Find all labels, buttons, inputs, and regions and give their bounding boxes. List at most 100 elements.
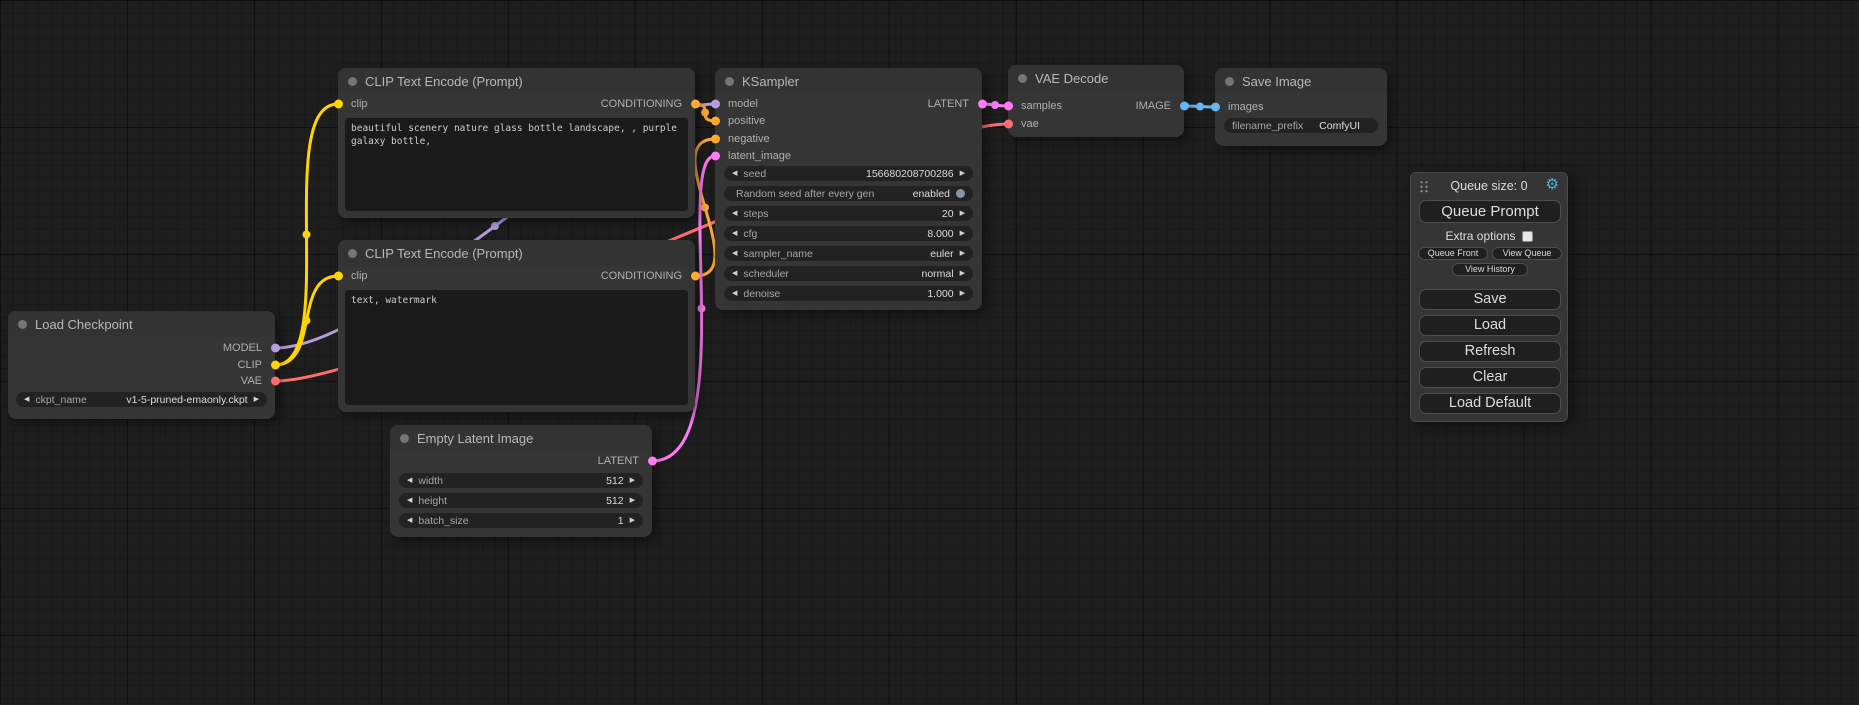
node-collapse-dot[interactable] <box>1225 77 1234 86</box>
link-midpoint-dot[interactable] <box>701 109 709 117</box>
input-port-latent-image[interactable]: latent_image <box>715 149 791 163</box>
output-port-latent[interactable]: LATENT <box>928 97 982 111</box>
output-port-conditioning[interactable]: CONDITIONING <box>601 97 695 111</box>
decrement-icon[interactable]: ◀ <box>732 250 737 257</box>
increment-icon[interactable]: ▶ <box>960 290 965 297</box>
node-title-bar[interactable]: Empty Latent Image <box>390 425 652 451</box>
link-midpoint-dot[interactable] <box>698 305 706 313</box>
node-save-image[interactable]: Save Image images filename_prefix ComfyU… <box>1215 68 1387 146</box>
node-collapse-dot[interactable] <box>725 77 734 86</box>
clear-button[interactable]: Clear <box>1419 367 1561 388</box>
decrement-icon[interactable]: ◀ <box>732 210 737 217</box>
load-default-button[interactable]: Load Default <box>1419 393 1561 414</box>
decrement-icon[interactable]: ◀ <box>732 290 737 297</box>
queue-prompt-button[interactable]: Queue Prompt <box>1419 200 1561 223</box>
height-widget[interactable]: ◀ height 512 ▶ <box>399 493 643 508</box>
steps-widget[interactable]: ◀ steps 20 ▶ <box>724 206 973 221</box>
latent-port-dot[interactable] <box>978 100 987 109</box>
settings-gear-icon[interactable]: ⚙ <box>1546 177 1559 192</box>
input-port-clip[interactable]: clip <box>338 97 368 111</box>
sampler-name-widget[interactable]: ◀ sampler_name euler ▶ <box>724 246 973 261</box>
link-midpoint-dot[interactable] <box>991 101 999 109</box>
image-port-dot[interactable] <box>1211 103 1220 112</box>
input-port-model[interactable]: model <box>715 97 758 111</box>
decrement-icon[interactable]: ◀ <box>407 497 412 504</box>
output-port-clip[interactable]: CLIP <box>238 358 275 372</box>
decrement-icon[interactable]: ◀ <box>732 270 737 277</box>
vae-port-dot[interactable] <box>1004 120 1013 129</box>
node-vae-decode[interactable]: VAE Decode samples vae IMAGE <box>1008 65 1184 137</box>
node-load-checkpoint[interactable]: Load Checkpoint MODEL CLIP VAE ◀ ckpt_na… <box>8 311 275 419</box>
clip-port-dot[interactable] <box>271 361 280 370</box>
node-collapse-dot[interactable] <box>1018 74 1027 83</box>
node-ksampler[interactable]: KSampler model positive negative latent_… <box>715 68 982 310</box>
link-midpoint-dot[interactable] <box>303 231 311 239</box>
scheduler-widget[interactable]: ◀ scheduler normal ▶ <box>724 266 973 281</box>
increment-icon[interactable]: ▶ <box>630 497 635 504</box>
cfg-widget[interactable]: ◀ cfg 8.000 ▶ <box>724 226 973 241</box>
node-collapse-dot[interactable] <box>18 320 27 329</box>
increment-icon[interactable]: ▶ <box>960 250 965 257</box>
conditioning-port-dot[interactable] <box>711 135 720 144</box>
positive-prompt-textarea[interactable]: beautiful scenery nature glass bottle la… <box>345 118 688 211</box>
latent-port-dot[interactable] <box>711 152 720 161</box>
node-title-bar[interactable]: KSampler <box>715 68 982 94</box>
node-collapse-dot[interactable] <box>400 434 409 443</box>
ckpt-name-widget[interactable]: ◀ ckpt_name v1-5-pruned-emaonly.ckpt ▶ <box>16 392 267 407</box>
node-collapse-dot[interactable] <box>348 249 357 258</box>
output-port-conditioning[interactable]: CONDITIONING <box>601 269 695 283</box>
input-port-clip[interactable]: clip <box>338 269 368 283</box>
input-port-vae[interactable]: vae <box>1008 117 1039 131</box>
increment-icon[interactable]: ▶ <box>630 517 635 524</box>
increment-icon[interactable]: ▶ <box>960 170 965 177</box>
node-clip-text-encode-negative[interactable]: CLIP Text Encode (Prompt) clip CONDITION… <box>338 240 695 412</box>
input-port-positive[interactable]: positive <box>715 114 765 128</box>
link-midpoint-dot[interactable] <box>1196 103 1204 111</box>
model-port-dot[interactable] <box>271 344 280 353</box>
random-seed-toggle-widget[interactable]: Random seed after every gen enabled <box>724 186 973 201</box>
input-port-images[interactable]: images <box>1215 100 1263 114</box>
decrement-icon[interactable]: ◀ <box>407 517 412 524</box>
view-history-button[interactable]: View History <box>1452 263 1528 276</box>
denoise-widget[interactable]: ◀ denoise 1.000 ▶ <box>724 286 973 301</box>
negative-prompt-textarea[interactable]: text, watermark <box>345 290 688 405</box>
clip-port-dot[interactable] <box>334 272 343 281</box>
seed-widget[interactable]: ◀ seed 156680208700286 ▶ <box>724 166 973 181</box>
conditioning-port-dot[interactable] <box>711 117 720 126</box>
refresh-button[interactable]: Refresh <box>1419 341 1561 362</box>
view-queue-button[interactable]: View Queue <box>1492 247 1562 260</box>
node-title-bar[interactable]: CLIP Text Encode (Prompt) <box>338 68 695 94</box>
node-title-bar[interactable]: Load Checkpoint <box>8 311 275 337</box>
node-empty-latent-image[interactable]: Empty Latent Image LATENT ◀ width 512 ▶ … <box>390 425 652 537</box>
filename-prefix-widget[interactable]: filename_prefix ComfyUI <box>1224 118 1378 133</box>
node-clip-text-encode-positive[interactable]: CLIP Text Encode (Prompt) clip CONDITION… <box>338 68 695 218</box>
conditioning-port-dot[interactable] <box>691 100 700 109</box>
increment-icon[interactable]: ▶ <box>254 396 259 403</box>
input-port-negative[interactable]: negative <box>715 132 770 146</box>
output-port-image[interactable]: IMAGE <box>1136 99 1184 113</box>
vae-port-dot[interactable] <box>271 377 280 386</box>
toggle-knob-icon[interactable] <box>956 189 965 198</box>
drag-handle-icon[interactable] <box>1419 180 1429 193</box>
increment-icon[interactable]: ▶ <box>960 210 965 217</box>
link-midpoint-dot[interactable] <box>491 222 499 230</box>
node-title-bar[interactable]: VAE Decode <box>1008 65 1184 91</box>
increment-icon[interactable]: ▶ <box>630 477 635 484</box>
image-port-dot[interactable] <box>1180 102 1189 111</box>
load-button[interactable]: Load <box>1419 315 1561 336</box>
output-port-model[interactable]: MODEL <box>223 341 275 355</box>
decrement-icon[interactable]: ◀ <box>407 477 412 484</box>
model-port-dot[interactable] <box>711 100 720 109</box>
conditioning-port-dot[interactable] <box>691 272 700 281</box>
node-title-bar[interactable]: Save Image <box>1215 68 1387 94</box>
link-midpoint-dot[interactable] <box>701 204 709 212</box>
decrement-icon[interactable]: ◀ <box>24 396 29 403</box>
graph-canvas[interactable]: Load Checkpoint MODEL CLIP VAE ◀ ckpt_na… <box>0 0 1859 705</box>
latent-port-dot[interactable] <box>1004 102 1013 111</box>
save-button[interactable]: Save <box>1419 289 1561 310</box>
output-port-latent[interactable]: LATENT <box>598 454 652 468</box>
batch-size-widget[interactable]: ◀ batch_size 1 ▶ <box>399 513 643 528</box>
node-collapse-dot[interactable] <box>348 77 357 86</box>
node-title-bar[interactable]: CLIP Text Encode (Prompt) <box>338 240 695 266</box>
link-midpoint-dot[interactable] <box>303 317 311 325</box>
